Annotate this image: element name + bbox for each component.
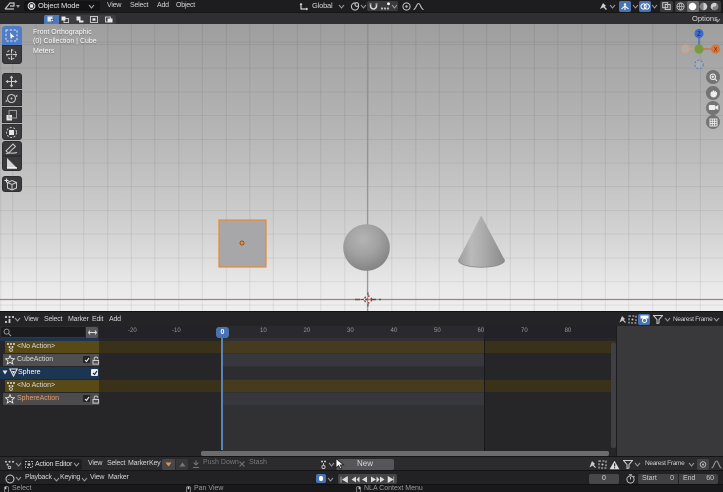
svg-text:X: X: [714, 48, 718, 54]
svg-text:Z: Z: [697, 32, 701, 38]
